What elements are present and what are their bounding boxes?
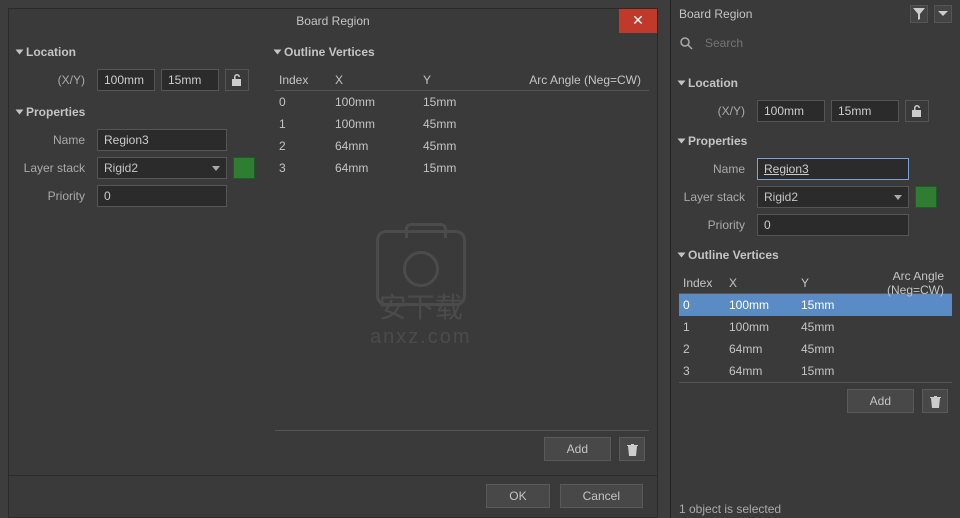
panel-location-header[interactable]: Location	[679, 72, 952, 94]
location-x-input[interactable]	[97, 69, 155, 91]
filter-button[interactable]	[910, 5, 928, 23]
layerstack-value: Rigid2	[104, 161, 138, 175]
chevron-down-icon	[938, 9, 948, 19]
chevron-down-icon	[212, 166, 220, 171]
col-index[interactable]: Index	[279, 73, 335, 87]
panel-layerstack-action-button[interactable]	[915, 186, 937, 208]
panel-priority-input[interactable]	[757, 214, 909, 236]
layerstack-select[interactable]: Rigid2	[97, 157, 227, 179]
col-x[interactable]: X	[335, 73, 423, 87]
caret-icon	[16, 110, 24, 115]
location-label: Location	[26, 45, 76, 59]
panel-name-input[interactable]	[757, 158, 909, 180]
board-region-dialog: Board Region ✕ Location (X/Y) Properties	[8, 8, 658, 518]
panel-xy-label: (X/Y)	[679, 104, 751, 118]
panel-location-x-input[interactable]	[757, 100, 825, 122]
table-row[interactable]: 264mm45mm	[679, 338, 952, 360]
panel-menu-button[interactable]	[934, 5, 952, 23]
delete-vertex-button[interactable]	[619, 437, 645, 461]
panel-location-y-input[interactable]	[831, 100, 899, 122]
properties-label: Properties	[26, 105, 85, 119]
add-vertex-button[interactable]: Add	[544, 437, 611, 461]
vertices-table-header: Index X Y Arc Angle (Neg=CW)	[275, 69, 649, 91]
filter-icon	[913, 8, 925, 20]
panel-titlebar: Board Region	[671, 0, 960, 28]
unlock-icon	[911, 104, 923, 118]
priority-label: Priority	[17, 189, 91, 203]
vertices-section-header[interactable]: Outline Vertices	[275, 41, 649, 63]
cancel-button[interactable]: Cancel	[560, 484, 643, 508]
table-row[interactable]: 364mm15mm	[679, 360, 952, 382]
caret-icon	[678, 81, 686, 86]
panel-title: Board Region	[679, 7, 752, 21]
layerstack-label: Layer stack	[17, 161, 91, 175]
caret-icon	[678, 139, 686, 144]
xy-label: (X/Y)	[17, 73, 91, 87]
chevron-down-icon	[894, 195, 902, 200]
panel-vertices-table: Index X Y Arc Angle (Neg=CW) 0100mm15mm1…	[679, 272, 952, 382]
location-y-input[interactable]	[161, 69, 219, 91]
unlock-icon	[231, 73, 243, 87]
dialog-title: Board Region	[296, 14, 369, 28]
table-row[interactable]: 1100mm45mm	[679, 316, 952, 338]
vertices-label: Outline Vertices	[284, 45, 375, 59]
properties-section-header[interactable]: Properties	[17, 101, 259, 123]
table-row[interactable]: 0100mm15mm	[679, 294, 952, 316]
table-row[interactable]: 1100mm45mm	[275, 113, 649, 135]
dialog-titlebar: Board Region ✕	[9, 9, 657, 33]
trash-icon	[930, 395, 941, 408]
caret-icon	[274, 50, 282, 55]
layerstack-action-button[interactable]	[233, 157, 255, 179]
panel-layerstack-select[interactable]: Rigid2	[757, 186, 909, 208]
vertices-table: Index X Y Arc Angle (Neg=CW) 0100mm15mm1…	[275, 69, 649, 430]
col-arc[interactable]: Arc Angle (Neg=CW)	[511, 73, 649, 87]
priority-input[interactable]	[97, 185, 227, 207]
caret-icon	[678, 253, 686, 258]
ok-button[interactable]: OK	[486, 484, 549, 508]
table-row[interactable]: 264mm45mm	[275, 135, 649, 157]
search-input[interactable]	[699, 32, 952, 54]
col-y[interactable]: Y	[423, 73, 511, 87]
location-section-header[interactable]: Location	[17, 41, 259, 63]
panel-properties-header[interactable]: Properties	[679, 130, 952, 152]
caret-icon	[16, 50, 24, 55]
search-row	[671, 28, 960, 58]
panel-vertices-header[interactable]: Outline Vertices	[679, 244, 952, 266]
table-row[interactable]: 364mm15mm	[275, 157, 649, 179]
search-icon	[679, 36, 693, 50]
panel-lock-button[interactable]	[905, 100, 929, 122]
trash-icon	[627, 443, 638, 456]
properties-panel: Board Region Location (X/Y)	[670, 0, 960, 518]
table-row[interactable]: 0100mm15mm	[275, 91, 649, 113]
name-input[interactable]	[97, 129, 227, 151]
panel-delete-vertex-button[interactable]	[922, 389, 948, 413]
lock-button[interactable]	[225, 69, 249, 91]
name-label: Name	[17, 133, 91, 147]
status-bar: 1 object is selected	[679, 502, 781, 516]
panel-add-vertex-button[interactable]: Add	[847, 389, 914, 413]
close-button[interactable]: ✕	[619, 9, 657, 33]
